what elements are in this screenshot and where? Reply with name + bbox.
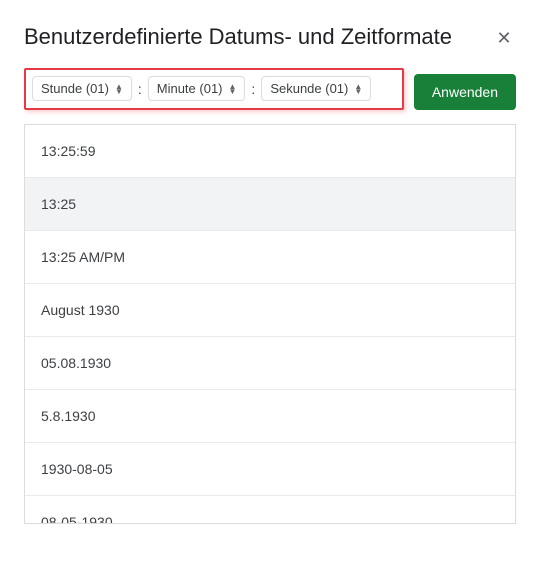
list-item[interactable]: 5.8.1930 [25,390,515,443]
list-item-label: August 1930 [41,302,120,318]
format-samples-list: 13:25:59 13:25 13:25 AM/PM August 1930 05.08… [24,124,516,524]
chevron-up-down-icon: ▲▼ [229,84,237,94]
format-separator: : [138,81,142,97]
list-item-label: 1930-08-05 [41,461,113,477]
list-item[interactable]: 05.08.1930 [25,337,515,390]
close-icon: ✕ [496,28,511,49]
format-editor-highlight: Stunde (01) ▲▼: Minute (01) ▲▼: Sekunde (01)… [24,68,404,110]
list-item[interactable]: 08-05-1930 [25,496,515,523]
list-item-label: 13:25 [41,196,76,212]
chevron-up-down-icon: ▲▼ [354,84,362,94]
close-button[interactable]: ✕ [492,26,516,50]
format-separator: : [251,81,255,97]
format-editor[interactable]: Stunde (01) ▲▼: Minute (01) ▲▼: Sekunde (01)… [32,76,396,101]
dialog-title: Benutzerdefinierte Datums- und Zeitforma… [24,24,452,50]
format-token-label: Stunde (01) [41,81,109,96]
list-item-label: 13:25:59 [41,143,96,159]
list-item-label: 13:25 AM/PM [41,249,125,265]
list-item-label: 5.8.1930 [41,408,96,424]
format-token[interactable]: Sekunde (01) ▲▼ [261,76,371,101]
dialog-header: Benutzerdefinierte Datums- und Zeitforma… [24,24,516,50]
apply-button[interactable]: Anwenden [414,74,516,110]
list-item[interactable]: 13:25:59 [25,125,515,178]
format-token-label: Sekunde (01) [270,81,348,96]
format-token-label: Minute (01) [157,81,223,96]
list-item[interactable]: 13:25 [25,178,515,231]
format-row: Stunde (01) ▲▼: Minute (01) ▲▼: Sekunde (01)… [24,68,516,110]
list-item[interactable]: 1930-08-05 [25,443,515,496]
format-token[interactable]: Minute (01) ▲▼ [148,76,246,101]
format-token[interactable]: Stunde (01) ▲▼ [32,76,132,101]
list-item[interactable]: August 1930 [25,284,515,337]
list-item-label: 08-05-1930 [41,514,113,523]
format-samples-scroll[interactable]: 13:25:59 13:25 13:25 AM/PM August 1930 05.08… [25,125,515,523]
list-item[interactable]: 13:25 AM/PM [25,231,515,284]
datetime-format-dialog: Benutzerdefinierte Datums- und Zeitforma… [0,0,540,548]
chevron-up-down-icon: ▲▼ [115,84,123,94]
list-item-label: 05.08.1930 [41,355,111,371]
